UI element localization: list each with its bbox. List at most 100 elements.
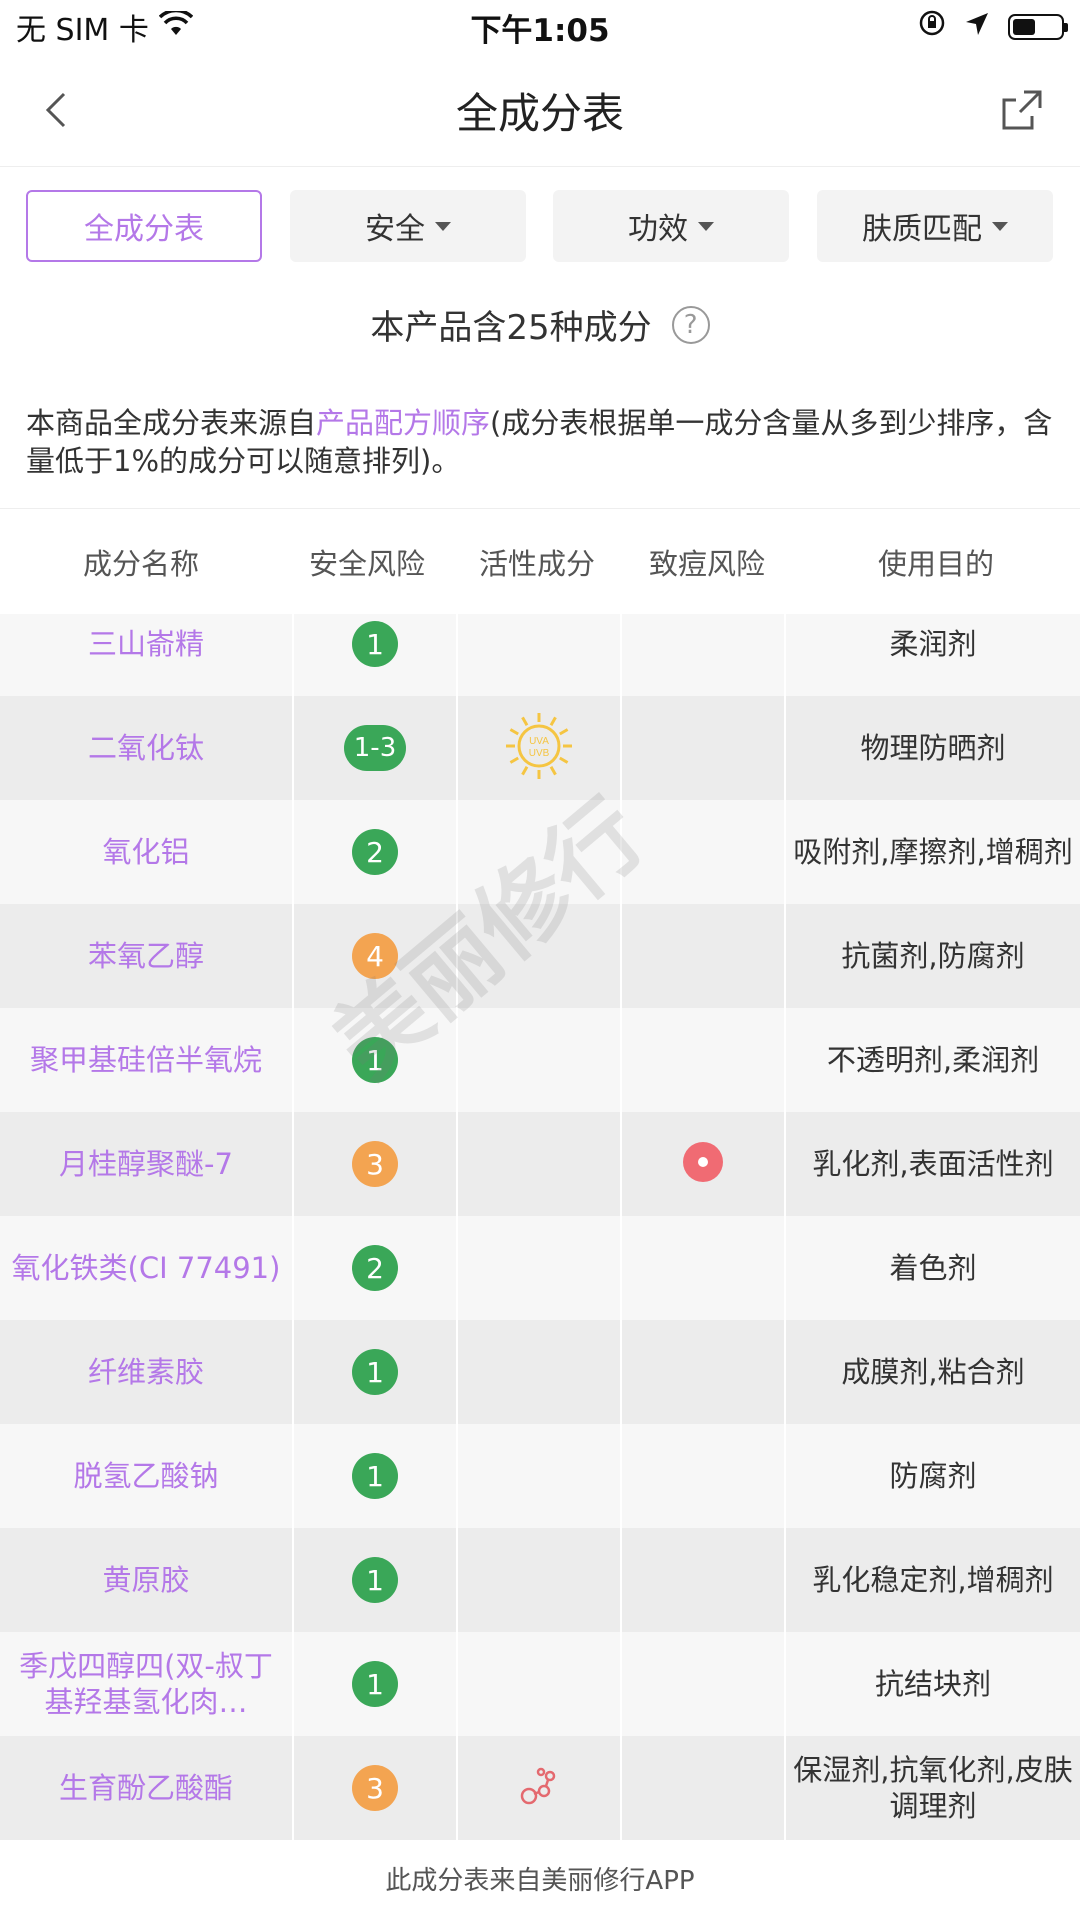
safety-cell: 4	[292, 904, 456, 1008]
summary-text: 本产品含25种成分	[370, 308, 652, 348]
table-row[interactable]: 二氧化钛 1-3 UVA UVB 物理防晒剂	[0, 696, 1080, 800]
active-ingredient-cell	[456, 1736, 620, 1840]
filter-label: 全成分表	[84, 212, 204, 247]
wifi-icon	[158, 8, 194, 45]
table-row[interactable]: 月桂醇聚醚-7 3 乳化剂,表面活性剂	[0, 1112, 1080, 1216]
ingredient-name-link[interactable]: 黄原胶	[0, 1528, 292, 1632]
safety-cell: 1	[292, 1528, 456, 1632]
filter-dropdown-safety[interactable]: 安全	[290, 190, 526, 262]
status-bar: 无 SIM 卡 下午1:05	[0, 0, 1080, 54]
table-row[interactable]: 聚甲基硅倍半氧烷 1 不透明剂,柔润剂	[0, 1008, 1080, 1112]
table-row[interactable]: 生育酚乙酸酯 3 保湿剂,抗氧化剂,皮肤调理剂	[0, 1736, 1080, 1840]
filter-bar: 全成分表 安全 功效 肤质匹配	[0, 190, 1080, 262]
ingredient-name-link[interactable]: 氧化铁类(CI 77491)	[0, 1216, 292, 1320]
table-row[interactable]: 纤维素胶 1 成膜剂,粘合剂	[0, 1320, 1080, 1424]
safety-risk-badge: 3	[352, 1141, 398, 1187]
usage-purpose: 防腐剂	[784, 1424, 1080, 1528]
active-ingredient-cell	[456, 1424, 620, 1528]
ingredient-table: 三山嵛精 1 柔润剂 二氧化钛 1-3 UVA UVB 物理防晒剂 氧化铝 2 吸附剂,摩擦剂,增稠…	[0, 614, 1080, 1842]
acne-risk-cell	[620, 1112, 784, 1216]
usage-purpose: 乳化剂,表面活性剂	[784, 1112, 1080, 1216]
footer-note: 此成分表来自美丽修行APP	[385, 1866, 695, 1896]
usage-purpose: 吸附剂,摩擦剂,增稠剂	[784, 800, 1080, 904]
active-ingredient-cell	[456, 614, 620, 696]
usage-purpose: 不透明剂,柔润剂	[784, 1008, 1080, 1112]
usage-purpose: 抗结块剂	[784, 1632, 1080, 1736]
safety-cell: 2	[292, 800, 456, 904]
navigation-bar: 全成分表	[0, 54, 1080, 167]
safety-cell: 1	[292, 614, 456, 696]
header-name: 成分名称	[82, 547, 199, 581]
active-ingredient-cell	[456, 1112, 620, 1216]
divider	[0, 508, 1080, 509]
acne-risk-cell	[620, 1424, 784, 1528]
safety-cell: 1	[292, 1632, 456, 1736]
usage-purpose: 着色剂	[784, 1216, 1080, 1320]
ingredient-name-link[interactable]: 季戊四醇四(双-叔丁基羟基氢化肉…	[0, 1632, 292, 1736]
ingredient-name-link[interactable]: 三山嵛精	[0, 614, 292, 696]
safety-risk-badge: 1	[352, 1453, 398, 1499]
ingredient-count-summary: 本产品含25种成分 ?	[0, 300, 1080, 349]
ingredient-name-link[interactable]: 月桂醇聚醚-7	[0, 1112, 292, 1216]
acne-risk-cell	[620, 1008, 784, 1112]
share-icon[interactable]	[998, 86, 1046, 134]
formula-order-link[interactable]: 产品配方顺序	[316, 406, 490, 440]
safety-cell: 3	[292, 1736, 456, 1840]
usage-purpose: 柔润剂	[784, 614, 1080, 696]
acne-risk-cell	[620, 1736, 784, 1840]
table-row[interactable]: 脱氢乙酸钠 1 防腐剂	[0, 1424, 1080, 1528]
header-purpose: 使用目的	[877, 547, 994, 581]
table-row[interactable]: 苯氧乙醇 4 抗菌剂,防腐剂	[0, 904, 1080, 1008]
active-ingredient-cell	[456, 800, 620, 904]
source-description: 本商品全成分表来源自产品配方顺序(成分表根据单一成分含量从多到少排序，含量低于1…	[26, 404, 1056, 480]
active-ingredient-cell	[456, 1528, 620, 1632]
usage-purpose: 成膜剂,粘合剂	[784, 1320, 1080, 1424]
acne-risk-cell	[620, 800, 784, 904]
header-safety: 安全风险	[308, 547, 425, 581]
ingredient-name-link[interactable]: 苯氧乙醇	[0, 904, 292, 1008]
filter-label: 肤质匹配	[862, 212, 982, 247]
safety-cell: 3	[292, 1112, 456, 1216]
help-question-icon[interactable]: ?	[671, 305, 710, 344]
ingredient-name-link[interactable]: 纤维素胶	[0, 1320, 292, 1424]
safety-risk-badge: 1-3	[344, 725, 406, 771]
table-row[interactable]: 三山嵛精 1 柔润剂	[0, 614, 1080, 696]
acne-risk-cell	[620, 1320, 784, 1424]
safety-cell: 2	[292, 1216, 456, 1320]
status-right	[918, 9, 1080, 45]
table-row[interactable]: 氧化铝 2 吸附剂,摩擦剂,增稠剂	[0, 800, 1080, 904]
safety-risk-badge: 3	[352, 1765, 398, 1811]
ingredient-name-link[interactable]: 聚甲基硅倍半氧烷	[0, 1008, 292, 1112]
filter-label: 功效	[628, 212, 688, 247]
battery-icon	[1008, 14, 1068, 40]
back-chevron-icon[interactable]	[36, 88, 80, 132]
filter-tab-all-ingredients[interactable]: 全成分表	[26, 190, 262, 262]
filter-dropdown-skin-match[interactable]: 肤质匹配	[817, 190, 1053, 262]
page-title: 全成分表	[455, 88, 624, 138]
header-acne: 致痘风险	[648, 547, 765, 581]
safety-cell: 1	[292, 1008, 456, 1112]
safety-cell: 1-3	[292, 696, 456, 800]
filter-dropdown-efficacy[interactable]: 功效	[553, 190, 789, 262]
active-ingredient-cell	[456, 1216, 620, 1320]
table-row[interactable]: 黄原胶 1 乳化稳定剂,增稠剂	[0, 1528, 1080, 1632]
active-ingredient-cell: UVA UVB	[456, 696, 620, 800]
location-icon	[964, 10, 990, 45]
ingredient-name-link[interactable]: 脱氢乙酸钠	[0, 1424, 292, 1528]
safety-risk-badge: 2	[352, 1245, 398, 1291]
ingredient-name-link[interactable]: 生育酚乙酸酯	[0, 1736, 292, 1840]
ingredient-name-link[interactable]: 二氧化钛	[0, 696, 292, 800]
acne-risk-dot-icon	[682, 1141, 724, 1187]
antioxidant-icon	[517, 1764, 561, 1812]
caret-down-icon	[698, 221, 714, 231]
active-ingredient-cell	[456, 1008, 620, 1112]
safety-risk-badge: 1	[352, 1557, 398, 1603]
orientation-lock-icon	[918, 9, 946, 45]
table-row[interactable]: 氧化铁类(CI 77491) 2 着色剂	[0, 1216, 1080, 1320]
acne-risk-cell	[620, 1528, 784, 1632]
safety-risk-badge: 1	[352, 1037, 398, 1083]
ingredient-name-link[interactable]: 氧化铝	[0, 800, 292, 904]
safety-risk-badge: 4	[352, 933, 398, 979]
table-row[interactable]: 季戊四醇四(双-叔丁基羟基氢化肉… 1 抗结块剂	[0, 1632, 1080, 1736]
acne-risk-cell	[620, 1632, 784, 1736]
